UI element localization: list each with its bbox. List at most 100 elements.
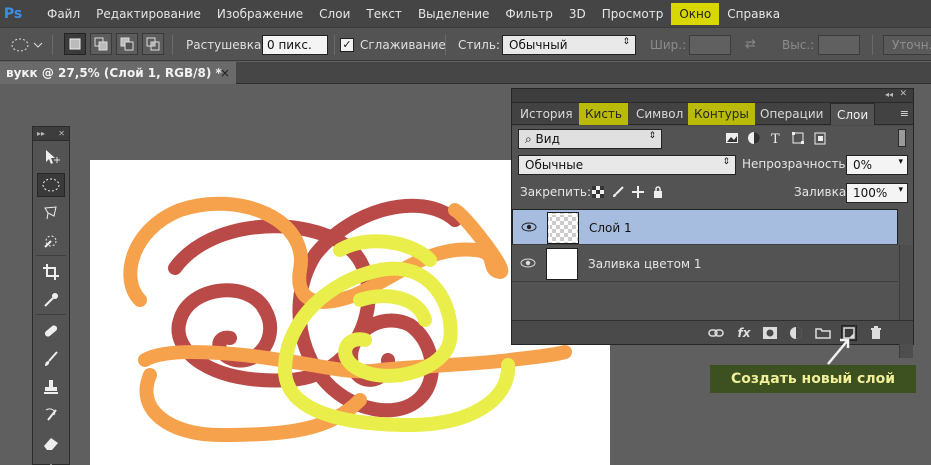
blend-mode-select[interactable]: Обычные ⇕ [518,155,736,175]
updown-arrows-icon: ⇕ [622,37,630,47]
layers-panel-body: ⌕ Вид ⇕ T Обычные ⇕ Непрозрачность: 0% ▾… [512,126,913,358]
menu-edit[interactable]: Редактирование [88,3,209,25]
move-tool[interactable] [37,145,65,169]
elliptical-marquee-tool[interactable] [37,173,65,197]
panel-title-bar[interactable]: ◂◂ ✕ [512,89,913,103]
feather-input[interactable]: 0 пикс. [262,35,328,55]
collapse-icon[interactable]: ◂◂ [885,90,893,99]
menu-bar: Ps Файл Редактирование Изображение Слои … [0,0,931,27]
clone-stamp-tool[interactable] [37,375,65,399]
menu-view[interactable]: Просмотр [594,3,672,25]
eyedropper-tool[interactable] [37,288,65,312]
paint-bucket-tool[interactable] [37,459,65,465]
history-brush-tool[interactable] [37,403,65,427]
layers-panel: ◂◂ ✕ История Кисть Символ Контуры Операц… [511,88,914,358]
antialias-checkbox[interactable]: ✓ [340,38,354,52]
filter-smart-object-icon[interactable] [813,131,827,145]
subtract-selection-button[interactable] [116,33,138,55]
add-selection-icon [94,37,108,51]
style-select-value: Обычный [509,38,568,52]
lock-all-icon[interactable] [652,186,664,198]
eraser-icon [44,438,58,450]
lock-position-icon[interactable] [632,186,644,198]
menu-image[interactable]: Изображение [209,3,311,25]
panel-menu-icon[interactable]: ≡ [900,107,909,120]
expand-icon[interactable]: ▸▸ [37,129,45,138]
link-layers-icon[interactable] [708,325,724,341]
opacity-label: Непрозрачность: [742,157,850,171]
layer-filter-value: Вид [535,132,560,146]
close-icon[interactable]: ✕ [899,89,907,99]
add-mask-icon[interactable] [762,325,778,341]
eyedropper-icon [44,293,58,307]
chevron-down-icon[interactable]: ▾ [898,185,903,195]
opacity-input[interactable]: 0% ▾ [846,155,908,175]
document-tab[interactable]: вукк @ 27,5% (Слой 1, RGB/8) * × [0,62,236,84]
adjustment-layer-icon[interactable] [788,325,804,341]
healing-brush-tool[interactable] [37,319,65,343]
menu-3d[interactable]: 3D [561,3,594,25]
tab-character[interactable]: Символ [630,103,689,125]
menu-help[interactable]: Справка [719,3,788,25]
add-selection-button[interactable] [90,33,112,55]
trash-icon[interactable] [868,325,884,341]
tab-history[interactable]: История [514,103,579,125]
lasso-tool[interactable] [37,201,65,225]
brush-tool[interactable] [37,347,65,371]
eye-icon[interactable] [520,256,536,270]
new-selection-button[interactable] [64,33,86,55]
layer-name[interactable]: Заливка цветом 1 [588,246,701,282]
refine-edge-button[interactable]: Уточн. [883,35,931,55]
style-label: Стиль: [458,38,500,52]
eraser-tool[interactable] [37,431,65,455]
layer-row-layer1[interactable]: Слой 1 [512,209,898,245]
close-icon[interactable]: ✕ [58,129,65,138]
callout-arrow-icon [827,338,850,365]
eye-icon[interactable] [521,220,537,234]
opacity-value: 0% [853,158,873,172]
menu-window[interactable]: Окно [671,2,720,25]
width-input[interactable] [689,35,731,55]
feather-label: Растушевка: [186,38,266,52]
fill-input[interactable]: 100% ▾ [846,183,908,203]
menu-file[interactable]: Файл [39,3,88,25]
menu-select[interactable]: Выделение [410,3,497,25]
layer-filter-select[interactable]: ⌕ Вид ⇕ [518,129,662,149]
tab-paths[interactable]: Контуры [688,103,755,125]
tab-layers[interactable]: Слои [830,103,876,125]
close-icon[interactable]: × [220,62,230,84]
chevron-down-icon[interactable]: ▾ [898,157,903,167]
intersect-selection-button[interactable] [142,33,164,55]
toolbox-header[interactable]: ▸▸ ✕ [33,127,69,141]
tab-actions[interactable]: Операции [754,103,829,125]
menu-layers[interactable]: Слои [311,3,358,25]
subtract-selection-icon [120,37,134,51]
filter-pixel-icon[interactable] [725,131,739,145]
quick-selection-tool[interactable] [37,229,65,253]
tool-preset-picker[interactable] [8,34,48,56]
move-tool-icon [46,150,60,164]
layer-thumbnail [546,248,578,280]
filter-toggle-switch[interactable] [898,129,906,147]
marquee-ellipse-icon [42,178,60,192]
layer-name[interactable]: Слой 1 [589,210,632,246]
brush-icon [45,351,58,366]
app-logo: Ps [3,5,23,22]
crop-tool[interactable] [37,260,65,284]
filter-type-icon[interactable]: T [769,131,783,145]
fx-icon[interactable]: fx [736,325,752,341]
layer-row-fill[interactable]: Заливка цветом 1 [512,246,898,282]
style-select[interactable]: Обычный ⇕ [502,35,636,55]
height-input[interactable] [818,35,860,55]
swap-arrows-icon[interactable]: ⇄ [745,37,756,52]
document-tab-bar: вукк @ 27,5% (Слой 1, RGB/8) * × [0,62,931,84]
tab-brush[interactable]: Кисть [579,103,628,125]
filter-adjustment-icon[interactable] [747,131,761,145]
stamp-icon [44,380,58,394]
menu-type[interactable]: Текст [358,3,410,25]
lock-transparent-icon[interactable] [592,186,604,198]
lock-pixels-icon[interactable] [612,186,624,198]
history-brush-icon [45,408,57,421]
menu-filter[interactable]: Фильтр [497,3,560,25]
filter-shape-icon[interactable] [791,131,805,145]
